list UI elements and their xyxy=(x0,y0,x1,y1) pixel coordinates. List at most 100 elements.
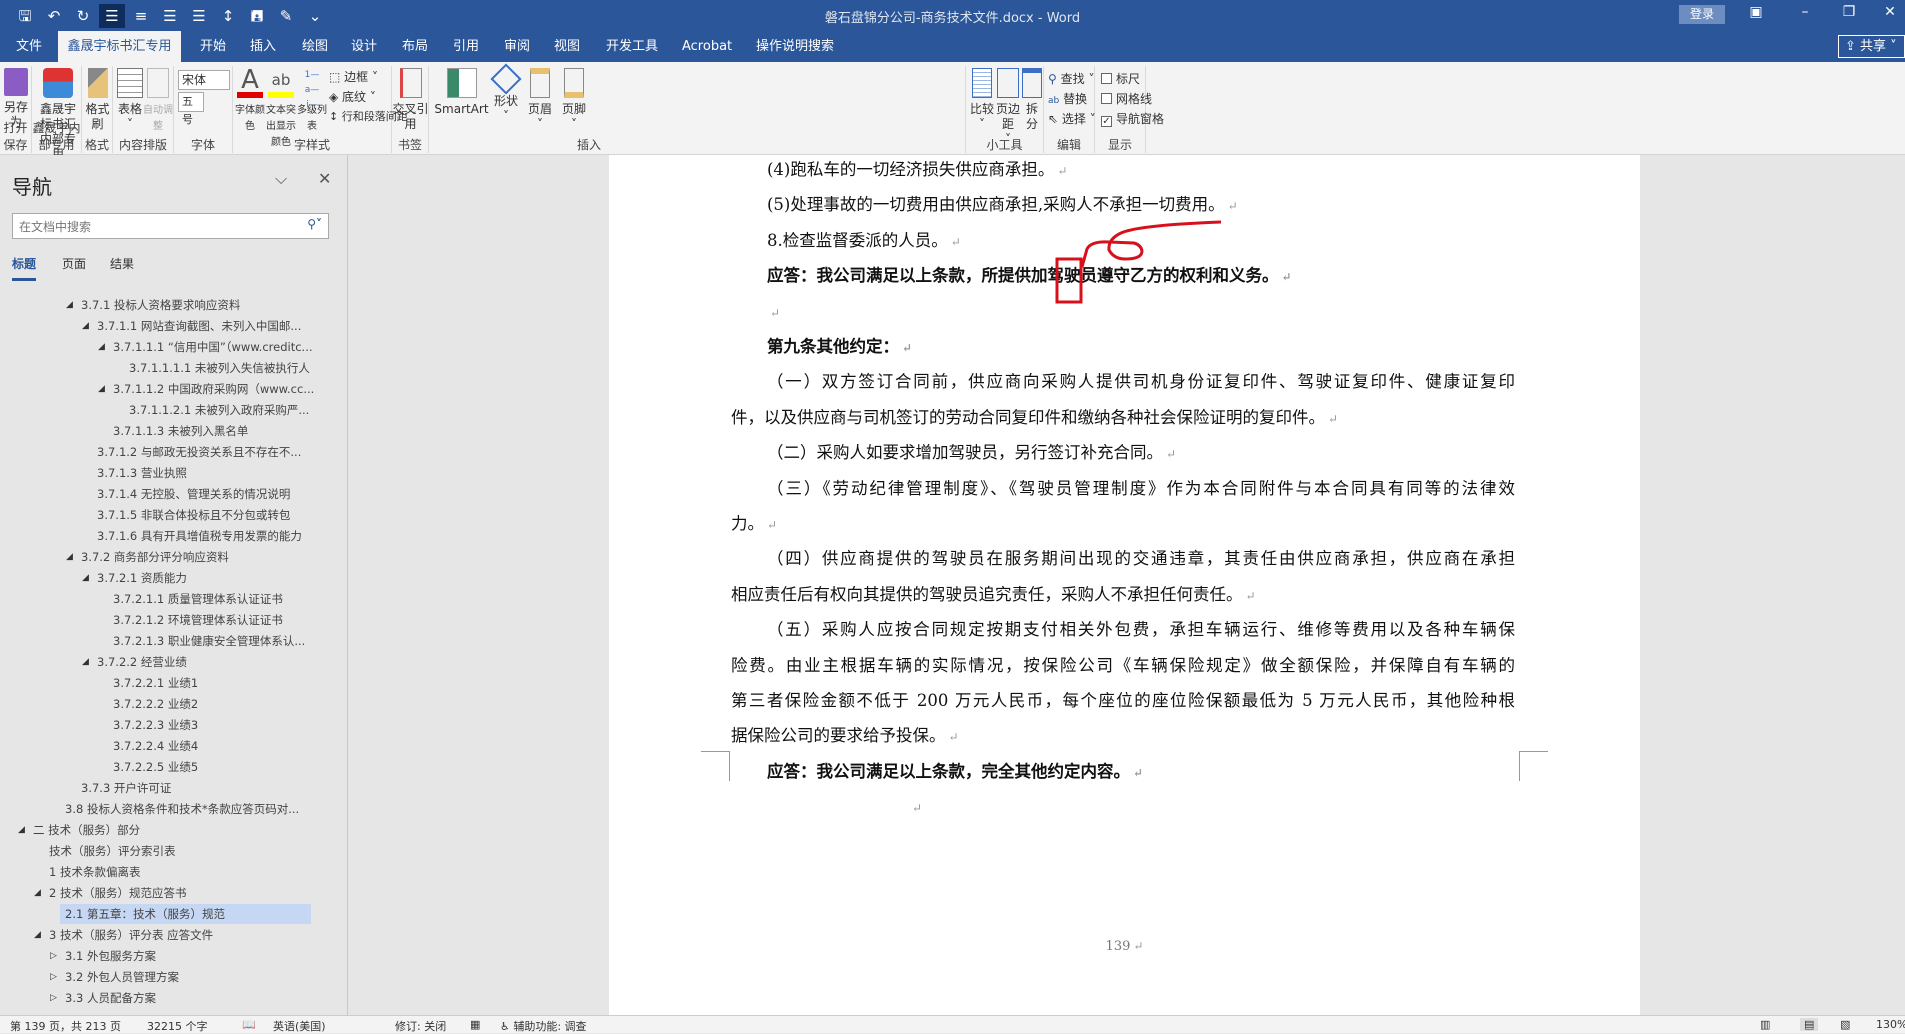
nav-heading-item[interactable]: 2.1 第五章：技术（服务）规范 xyxy=(60,904,311,924)
compare-button[interactable]: 比较 ˅ xyxy=(968,68,996,132)
collapse-triangle-icon[interactable]: ◢ xyxy=(34,930,41,940)
collapse-triangle-icon[interactable]: ◢ xyxy=(82,657,89,667)
tab-0[interactable]: 文件 xyxy=(8,31,50,62)
crossref-button[interactable]: 交叉引用 xyxy=(392,68,429,132)
nav-heading-item[interactable]: 1 技术条款偏离表 xyxy=(49,862,140,882)
format-painter-button[interactable]: 格式刷 xyxy=(82,68,113,132)
track-changes[interactable]: 修订: 关闭 xyxy=(395,1018,446,1034)
nav-heading-item[interactable]: 3.7.1.4 无控股、管理关系的情况说明 xyxy=(97,484,290,504)
close-icon[interactable]: ✕ xyxy=(318,169,331,188)
minimize-button[interactable]: – xyxy=(1790,4,1820,20)
collapse-triangle-icon[interactable]: ◢ xyxy=(98,342,105,352)
language[interactable]: 英语(美国) xyxy=(273,1018,326,1034)
search-icon[interactable]: ⚲˅ xyxy=(307,217,322,231)
nav-heading-item[interactable]: 3.7.1.1 网站查询截图、未列入中国邮... xyxy=(97,316,301,336)
find-button[interactable]: ⚲ 查找 ˅ xyxy=(1048,70,1094,87)
replace-button[interactable]: ab 替换 xyxy=(1048,90,1087,107)
nav-heading-item[interactable]: 3.1 外包服务方案 xyxy=(65,946,156,966)
smartart-button[interactable]: SmartArt xyxy=(434,68,489,117)
nav-heading-item[interactable]: 3.7.2.1.3 职业健康安全管理体系认... xyxy=(113,631,305,651)
nav-heading-item[interactable]: 3.7.1.1.2 中国政府采购网（www.cc... xyxy=(113,379,314,399)
expand-triangle-icon[interactable]: ▷ xyxy=(50,972,57,982)
tab-3[interactable]: 插入 xyxy=(242,31,284,62)
gridlines-checkbox[interactable]: 网格线 xyxy=(1101,90,1152,107)
print-layout-icon[interactable]: ▤ xyxy=(1800,1018,1819,1031)
navpane-checkbox[interactable]: ✓ 导航窗格 xyxy=(1101,110,1164,127)
font-color-button[interactable]: A 字体颜色 xyxy=(235,67,265,134)
tab-8[interactable]: 审阅 xyxy=(496,31,538,62)
nav-heading-item[interactable]: 3.7.2.2.1 业绩1 xyxy=(113,673,198,693)
nav-heading-item[interactable]: 3.7.1 投标人资格要求响应资料 xyxy=(81,295,240,315)
macro-icon[interactable]: ▦ xyxy=(470,1018,480,1031)
expand-triangle-icon[interactable]: ▷ xyxy=(50,951,57,961)
collapse-triangle-icon[interactable]: ◢ xyxy=(66,300,73,310)
nav-heading-item[interactable]: 3.7.1.3 营业执照 xyxy=(97,463,187,483)
nav-heading-item[interactable]: 3.7.1.1.1.1 未被列入失信被执行人 xyxy=(129,358,310,378)
nav-heading-item[interactable]: 3.7.1.1.3 未被列入黑名单 xyxy=(113,421,248,441)
nav-heading-item[interactable]: 3.7.1.1.2.1 未被列入政府采购严... xyxy=(129,400,309,420)
shape-button[interactable]: 形状 ˅ xyxy=(490,63,522,124)
nav-heading-item[interactable]: 3.3 人员配备方案 xyxy=(65,988,156,1008)
nav-heading-item[interactable]: 2 技术（服务）规范应答书 xyxy=(49,883,186,903)
nav-heading-item[interactable]: 3.7.2.1.1 质量管理体系认证证书 xyxy=(113,589,283,609)
nav-heading-item[interactable]: 3.7.1.2 与邮政无投资关系且不存在不... xyxy=(97,442,301,462)
split-button[interactable]: 拆分 xyxy=(1021,68,1043,132)
close-button[interactable]: ✕ xyxy=(1875,4,1905,20)
nav-heading-item[interactable]: 3.7.2.1.2 环境管理体系认证证书 xyxy=(113,610,283,630)
nav-heading-item[interactable]: 3.2 外包人员管理方案 xyxy=(65,967,179,987)
collapse-triangle-icon[interactable]: ◢ xyxy=(82,573,89,583)
nav-heading-item[interactable]: 3 技术（服务）评分表 应答文件 xyxy=(49,925,213,945)
nav-heading-item[interactable]: 3.7.2.2.2 业绩2 xyxy=(113,694,198,714)
expand-triangle-icon[interactable]: ▷ xyxy=(50,993,57,1003)
tab-11[interactable]: Acrobat xyxy=(674,31,740,62)
autofit-button[interactable]: 自动调整 xyxy=(143,68,173,134)
chevron-down-icon[interactable]: ⌵ xyxy=(275,169,287,189)
select-button[interactable]: ⇖ 选择 ˅ xyxy=(1048,110,1096,127)
shading-button[interactable]: ◈ 底纹 ˅ xyxy=(329,88,376,105)
login-button[interactable]: 登录 xyxy=(1679,5,1725,24)
multilevel-list-button[interactable]: 1— a— i— 多级列表 xyxy=(297,68,327,134)
nav-heading-item[interactable]: 3.7.2 商务部分评分响应资料 xyxy=(81,547,229,567)
nav-heading-item[interactable]: 技术（服务）评分索引表 xyxy=(49,841,176,861)
nav-heading-item[interactable]: 3.7.1.1.1 “信用中国”（www.creditc... xyxy=(113,337,313,357)
tab-7[interactable]: 引用 xyxy=(445,31,487,62)
collapse-triangle-icon[interactable]: ◢ xyxy=(66,552,73,562)
table-button[interactable]: 表格 ˅ xyxy=(117,68,143,132)
font-size-select[interactable]: 五号 xyxy=(178,92,204,126)
collapse-triangle-icon[interactable]: ◢ xyxy=(82,321,89,331)
restore-button[interactable]: ❐ xyxy=(1834,4,1864,20)
ruler-checkbox[interactable]: 标尺 xyxy=(1101,70,1140,87)
page-count[interactable]: 第 139 页，共 213 页 xyxy=(10,1018,121,1034)
footer-button[interactable]: 页脚 ˅ xyxy=(559,68,589,132)
collapse-triangle-icon[interactable]: ◢ xyxy=(98,384,105,394)
tell-me-search[interactable]: 操作说明搜索 xyxy=(748,31,842,62)
tab-9[interactable]: 视图 xyxy=(546,31,588,62)
tab-1[interactable]: 鑫晟宇标书汇专用 xyxy=(58,31,181,62)
zoom-level[interactable]: 130% xyxy=(1876,1018,1905,1031)
tab-results[interactable]: 结果 xyxy=(110,255,134,272)
nav-heading-item[interactable]: 3.7.1.5 非联合体投标且不分包或转包 xyxy=(97,505,290,525)
nav-heading-item[interactable]: 3.7.1.6 具有开具增值税专用发票的能力 xyxy=(97,526,302,546)
header-button[interactable]: 页眉 ˅ xyxy=(525,68,555,132)
read-mode-icon[interactable]: ▥ xyxy=(1760,1018,1770,1031)
nav-heading-item[interactable]: 3.7.2.2.3 业绩3 xyxy=(113,715,198,735)
nav-heading-item[interactable]: 3.7.2.1 资质能力 xyxy=(97,568,187,588)
tab-10[interactable]: 开发工具 xyxy=(598,31,666,62)
nav-heading-item[interactable]: 二 技术（服务）部分 xyxy=(33,820,140,840)
accessibility[interactable]: ♿ 辅助功能: 调查 xyxy=(500,1018,587,1034)
share-button[interactable]: ⇪ 共享 ˅ xyxy=(1838,35,1905,58)
document-page[interactable]: (4)跑私车的一切经济损失供应商承担。 ↵ (5)处理事故的一切费用由供应商承担,采… xyxy=(609,155,1640,1015)
proofing-icon[interactable]: 📖 xyxy=(242,1018,256,1031)
nav-heading-item[interactable]: 3.7.2.2.5 业绩5 xyxy=(113,757,198,777)
web-layout-icon[interactable]: ▧ xyxy=(1840,1018,1850,1031)
tab-6[interactable]: 布局 xyxy=(394,31,436,62)
nav-search-input[interactable]: 在文档中搜索 ⚲˅ xyxy=(12,213,329,239)
tab-4[interactable]: 绘图 xyxy=(294,31,336,62)
word-count[interactable]: 32215 个字 xyxy=(147,1018,208,1034)
tab-2[interactable]: 开始 xyxy=(192,31,234,62)
nav-heading-item[interactable]: 3.7.2.2 经营业绩 xyxy=(97,652,187,672)
border-button[interactable]: ⬚ 边框 ˅ xyxy=(329,68,378,85)
font-name-select[interactable]: 宋体 xyxy=(178,70,230,90)
collapse-triangle-icon[interactable]: ◢ xyxy=(18,825,25,835)
nav-heading-item[interactable]: 3.8 投标人资格条件和技术*条款应答页码对... xyxy=(65,799,299,819)
